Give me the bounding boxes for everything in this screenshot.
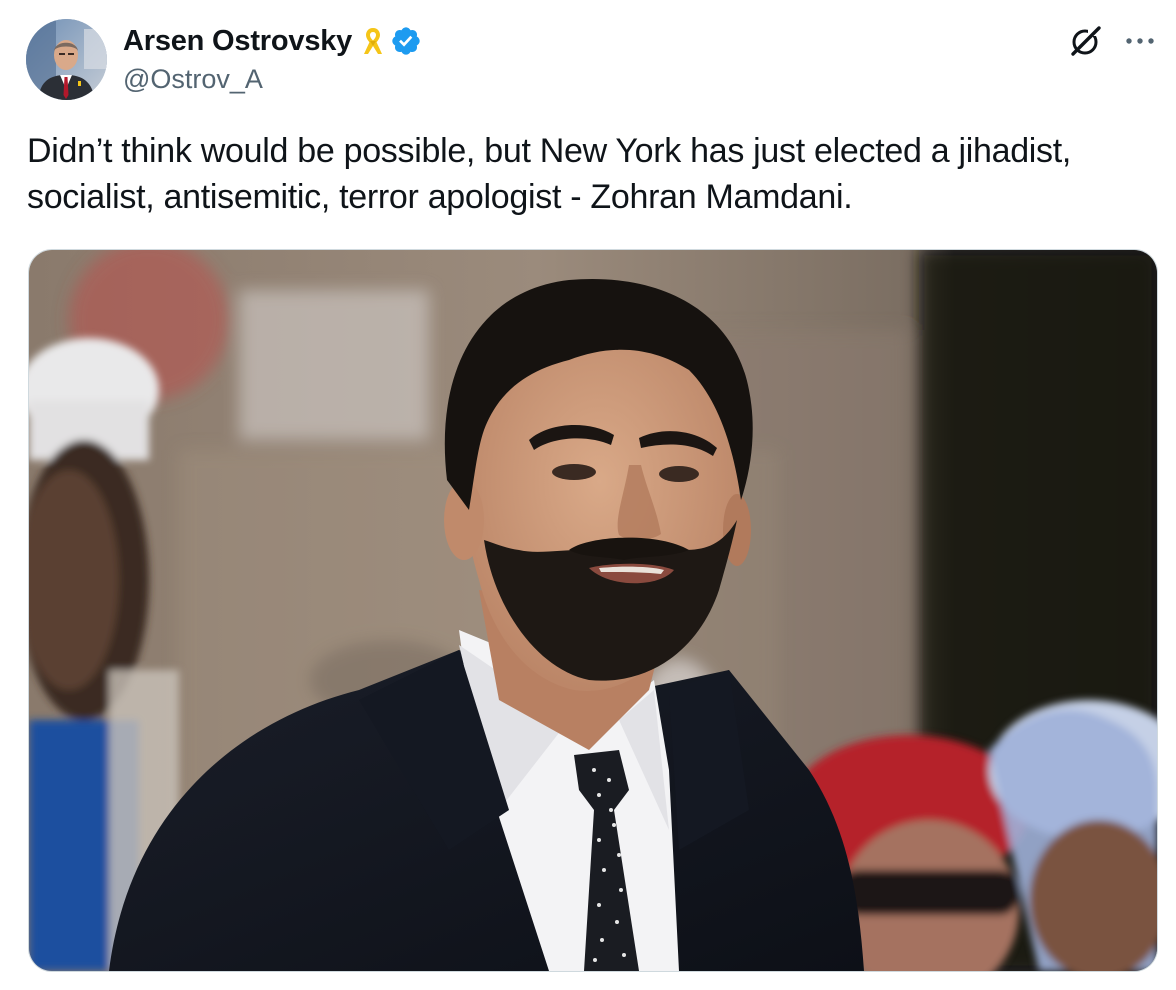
author-display-name[interactable]: Arsen Ostrovsky <box>123 25 352 58</box>
photo-image <box>29 250 1157 971</box>
tweet-text: Didn’t think would be possible, but New … <box>27 132 1072 216</box>
avatar-image <box>26 19 107 100</box>
author-block: Arsen Ostrovsky @Ostrov_A <box>123 22 422 95</box>
tweet-card: Arsen Ostrovsky @Ostrov_A Didn’t think w… <box>0 0 1176 990</box>
grok-icon[interactable] <box>1067 24 1103 60</box>
verified-badge-icon[interactable] <box>390 25 422 57</box>
more-options-icon[interactable] <box>1122 26 1158 56</box>
author-avatar[interactable] <box>26 19 107 100</box>
yellow-ribbon-icon <box>362 25 384 57</box>
author-handle[interactable]: @Ostrov_A <box>123 64 422 95</box>
tweet-photo[interactable] <box>28 249 1158 972</box>
author-name-row: Arsen Ostrovsky <box>123 22 422 60</box>
